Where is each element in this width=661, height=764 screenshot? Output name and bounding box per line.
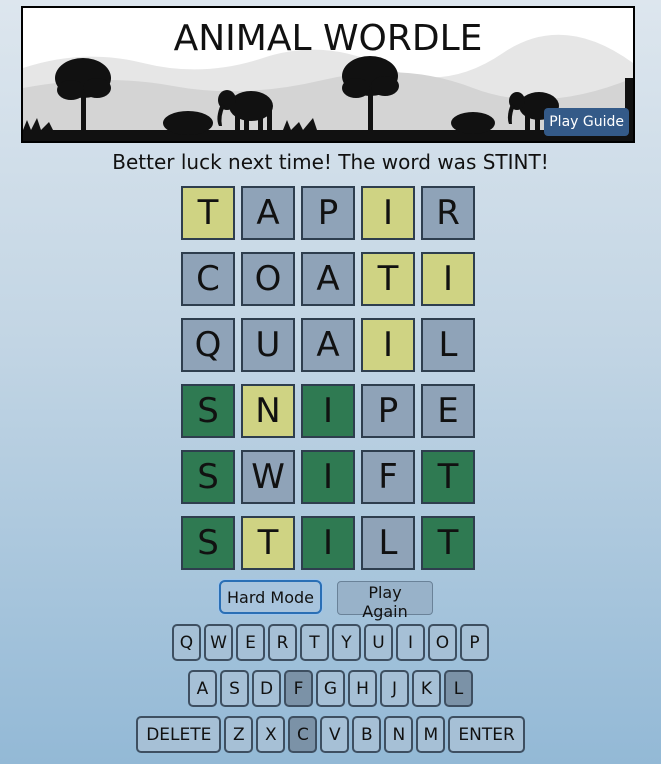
letter-tile: Q bbox=[181, 318, 235, 372]
board-row: SNIPE bbox=[181, 384, 475, 438]
hard-mode-button[interactable]: Hard Mode bbox=[219, 580, 322, 614]
key-f[interactable]: F bbox=[284, 670, 313, 707]
key-enter[interactable]: ENTER bbox=[448, 716, 525, 753]
result-message: Better luck next time! The word was STIN… bbox=[112, 150, 549, 174]
key-t[interactable]: T bbox=[300, 624, 329, 661]
board-row: STILT bbox=[181, 516, 475, 570]
page-title: ANIMAL WORDLE bbox=[173, 18, 483, 59]
letter-tile: S bbox=[181, 384, 235, 438]
play-guide-button[interactable]: Play Guide bbox=[544, 108, 629, 136]
key-m[interactable]: M bbox=[416, 716, 446, 753]
key-y[interactable]: Y bbox=[332, 624, 361, 661]
letter-tile: I bbox=[421, 252, 475, 306]
key-c[interactable]: C bbox=[288, 716, 318, 753]
key-r[interactable]: R bbox=[268, 624, 297, 661]
letter-tile: I bbox=[361, 186, 415, 240]
key-u[interactable]: U bbox=[364, 624, 393, 661]
key-h[interactable]: H bbox=[348, 670, 377, 707]
letter-tile: I bbox=[301, 384, 355, 438]
letter-tile: A bbox=[301, 252, 355, 306]
letter-tile: W bbox=[241, 450, 295, 504]
letter-tile: T bbox=[181, 186, 235, 240]
letter-tile: R bbox=[421, 186, 475, 240]
letter-tile: C bbox=[181, 252, 235, 306]
letter-tile: O bbox=[241, 252, 295, 306]
play-again-button[interactable]: Play Again bbox=[337, 581, 433, 621]
key-n[interactable]: N bbox=[384, 716, 414, 753]
key-a[interactable]: A bbox=[188, 670, 217, 707]
letter-tile: L bbox=[421, 318, 475, 372]
letter-tile: L bbox=[361, 516, 415, 570]
letter-tile: A bbox=[241, 186, 295, 240]
letter-tile: P bbox=[301, 186, 355, 240]
key-p[interactable]: P bbox=[460, 624, 489, 661]
letter-tile: A bbox=[301, 318, 355, 372]
letter-tile: U bbox=[241, 318, 295, 372]
key-z[interactable]: Z bbox=[224, 716, 254, 753]
letter-tile: I bbox=[301, 450, 355, 504]
letter-tile: T bbox=[421, 450, 475, 504]
board-row: COATI bbox=[181, 252, 475, 306]
letter-tile: I bbox=[301, 516, 355, 570]
header-banner: ANIMAL WORDLE Play Guide bbox=[21, 6, 635, 143]
key-v[interactable]: V bbox=[320, 716, 350, 753]
game-board: TAPIRCOATIQUAILSNIPESWIFTSTILT bbox=[181, 186, 475, 582]
letter-tile: F bbox=[361, 450, 415, 504]
key-b[interactable]: B bbox=[352, 716, 382, 753]
letter-tile: P bbox=[361, 384, 415, 438]
key-e[interactable]: E bbox=[236, 624, 265, 661]
board-row: QUAIL bbox=[181, 318, 475, 372]
letter-tile: T bbox=[241, 516, 295, 570]
letter-tile: E bbox=[421, 384, 475, 438]
key-x[interactable]: X bbox=[256, 716, 286, 753]
key-j[interactable]: J bbox=[380, 670, 409, 707]
key-o[interactable]: O bbox=[428, 624, 457, 661]
letter-tile: T bbox=[361, 252, 415, 306]
key-l[interactable]: L bbox=[444, 670, 473, 707]
key-s[interactable]: S bbox=[220, 670, 249, 707]
keyboard-row: QWERTYUIOP bbox=[0, 624, 661, 661]
keyboard-row: ASDFGHJKL bbox=[0, 670, 661, 707]
letter-tile: S bbox=[181, 516, 235, 570]
key-w[interactable]: W bbox=[204, 624, 233, 661]
key-k[interactable]: K bbox=[412, 670, 441, 707]
key-g[interactable]: G bbox=[316, 670, 345, 707]
letter-tile: T bbox=[421, 516, 475, 570]
key-d[interactable]: D bbox=[252, 670, 281, 707]
letter-tile: I bbox=[361, 318, 415, 372]
board-row: SWIFT bbox=[181, 450, 475, 504]
key-q[interactable]: Q bbox=[172, 624, 201, 661]
key-delete[interactable]: DELETE bbox=[136, 716, 222, 753]
letter-tile: S bbox=[181, 450, 235, 504]
key-i[interactable]: I bbox=[396, 624, 425, 661]
keyboard-row: DELETE Z X C V B N M ENTER bbox=[0, 716, 661, 753]
letter-tile: N bbox=[241, 384, 295, 438]
board-row: TAPIR bbox=[181, 186, 475, 240]
